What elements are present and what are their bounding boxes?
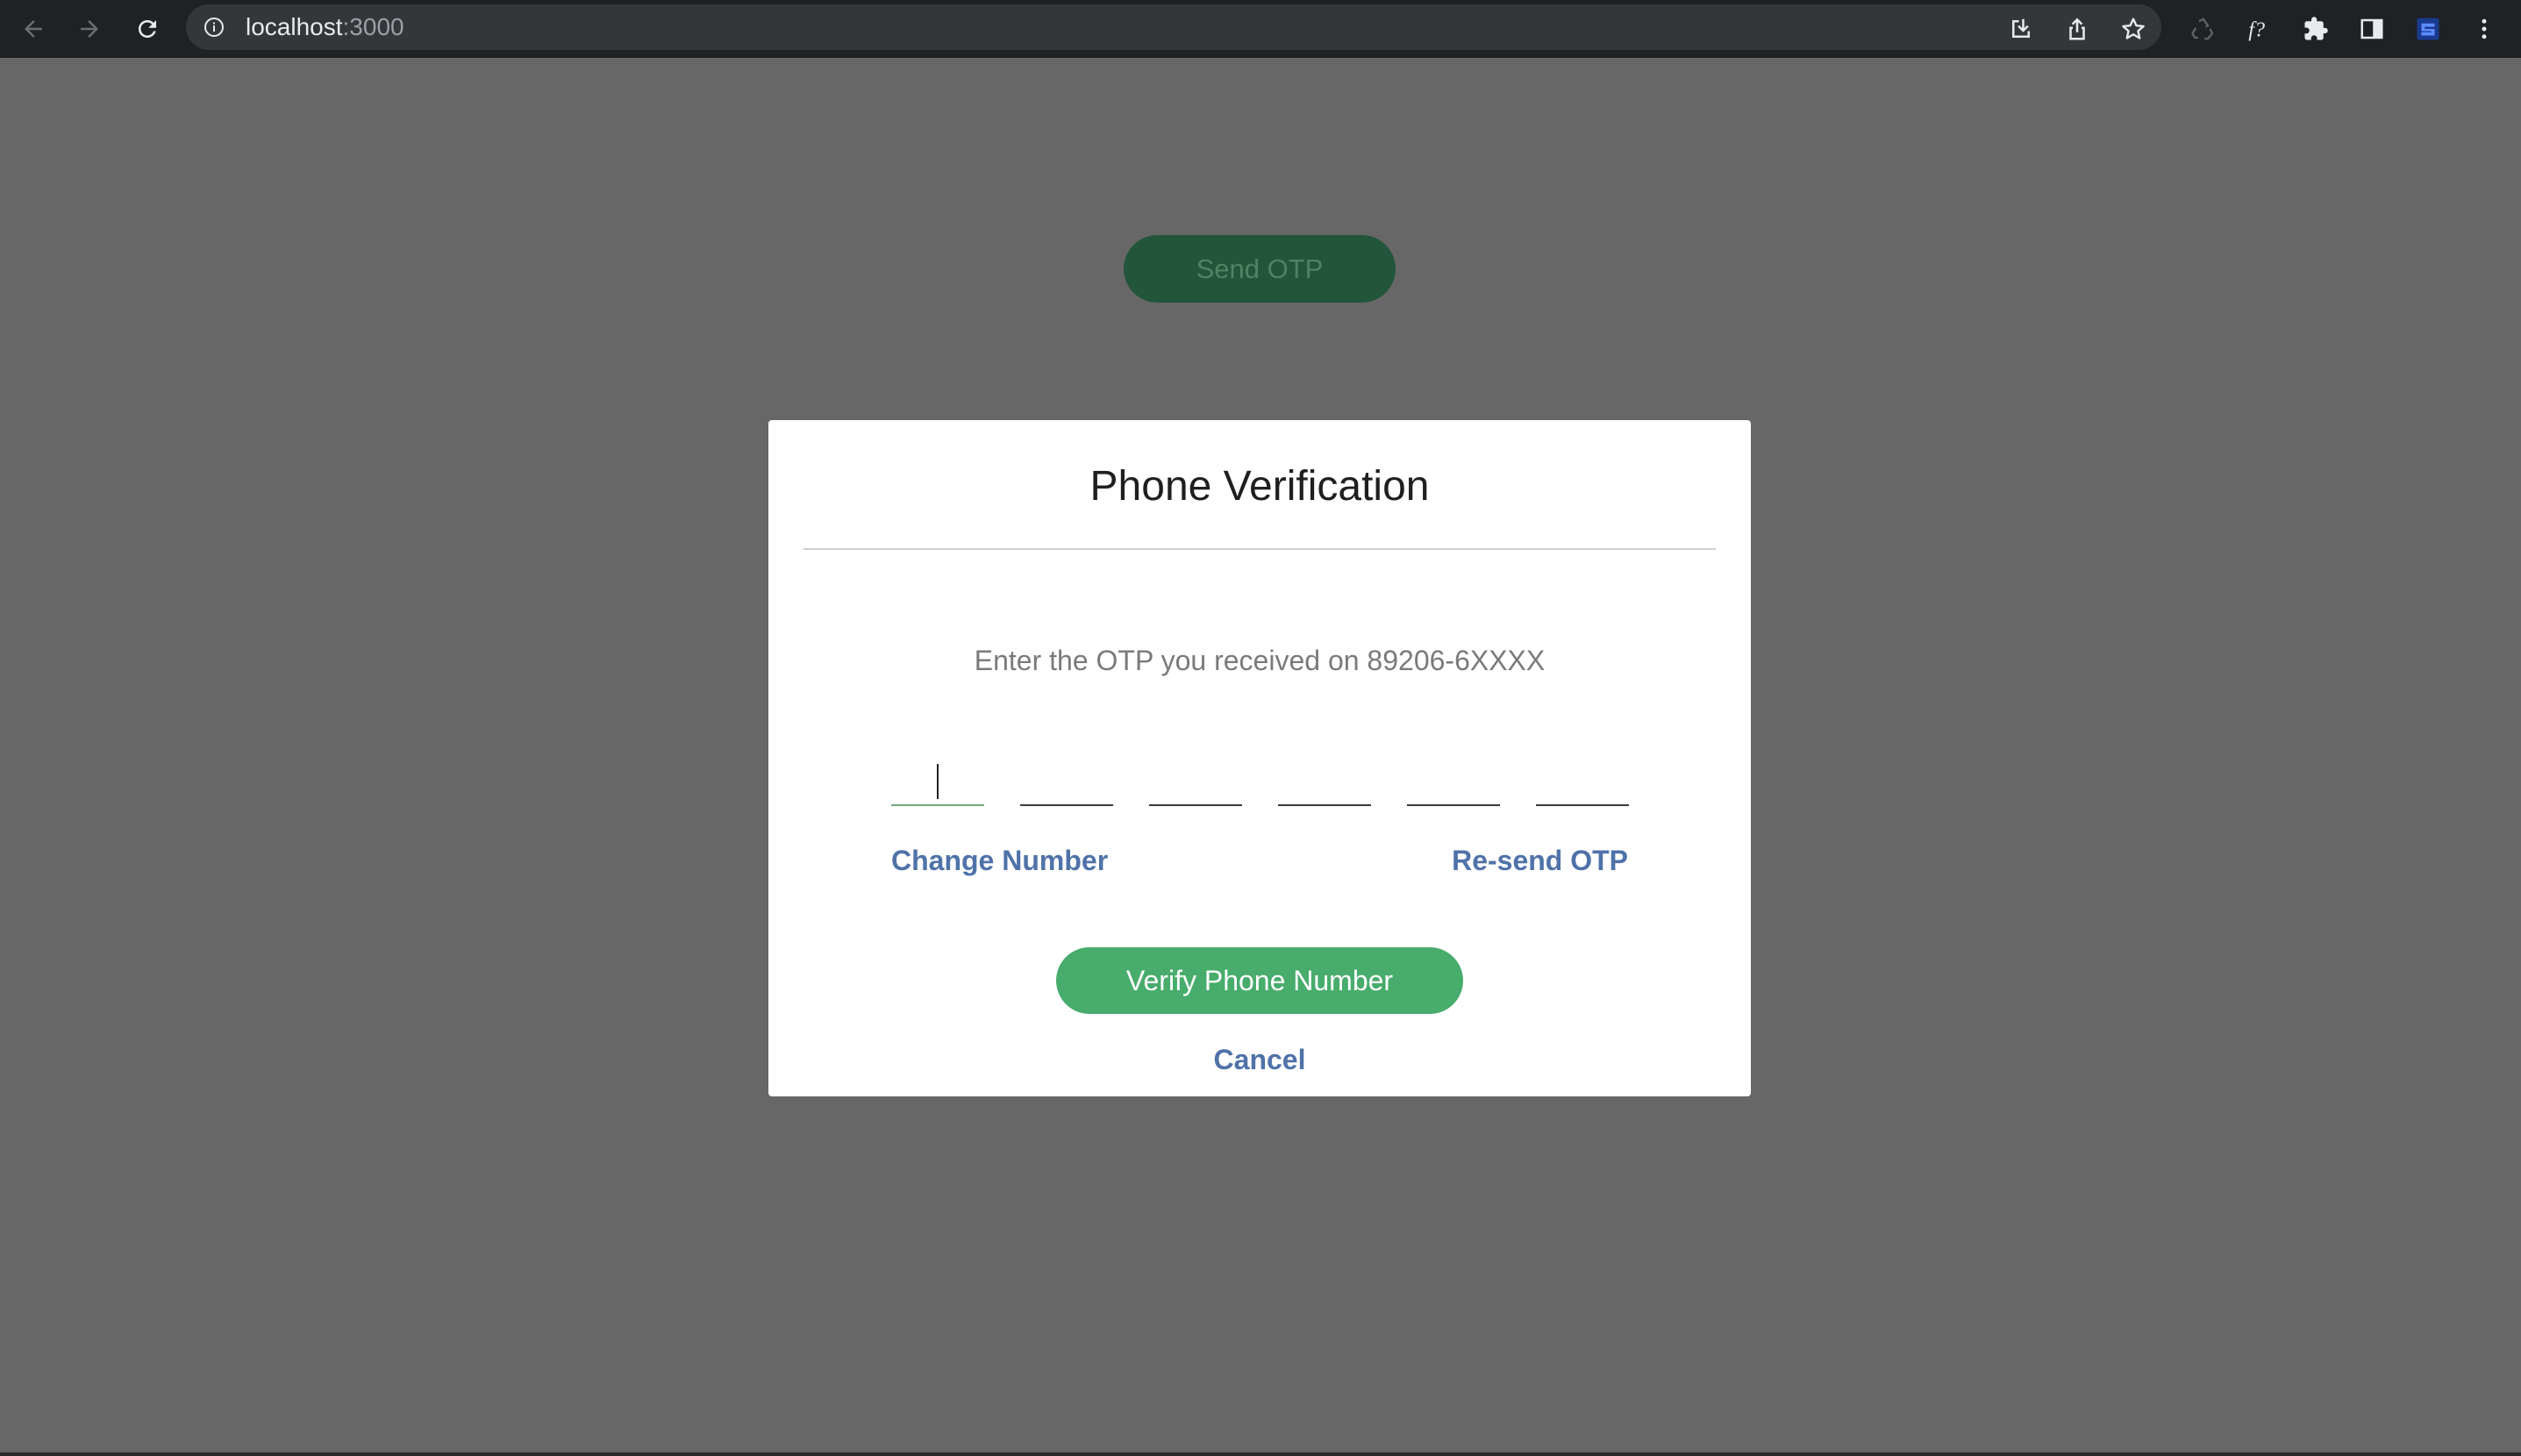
url-text: localhost:3000 [246,4,404,50]
text-caret [937,764,939,799]
extension-g-icon[interactable] [2407,8,2449,50]
extension-recycle-icon[interactable] [2182,8,2225,50]
otp-digit-4[interactable] [1278,753,1371,806]
otp-input-group [891,753,1630,806]
extensions-puzzle-icon[interactable] [2295,8,2337,50]
modal-title: Phone Verification [1089,463,1430,510]
otp-digit-6[interactable] [1536,753,1629,806]
install-icon[interactable] [2000,8,2042,50]
back-icon[interactable] [12,8,54,50]
send-otp-button: Send OTP [1124,235,1396,303]
otp-instruction: Enter the OTP you received on 89206-6XXX… [974,645,1546,676]
url-port: :3000 [342,13,404,40]
bookmark-star-icon[interactable] [2112,8,2154,50]
extension-font-icon[interactable]: f? [2239,8,2281,50]
more-menu-icon[interactable] [2463,8,2505,50]
svg-text:f?: f? [2248,19,2265,42]
otp-digit-3[interactable] [1149,753,1242,806]
side-panel-icon[interactable] [2351,8,2393,50]
url-host: localhost [246,13,343,40]
window-bottom-edge [0,1452,2521,1456]
otp-digit-5[interactable] [1407,753,1500,806]
page-overlay[interactable]: Send OTP Phone Verification Enter the OT… [0,58,2521,1456]
address-bar[interactable]: localhost:3000 [186,4,2161,50]
change-number-link[interactable]: Change Number [891,846,1108,874]
modal-divider [803,548,1716,550]
phone-verification-modal: Phone Verification Enter the OTP you rec… [768,420,1751,1096]
otp-digit-2[interactable] [1020,753,1113,806]
resend-otp-link[interactable]: Re-send OTP [1452,846,1628,874]
verify-phone-button[interactable]: Verify Phone Number [1056,947,1463,1014]
forward-icon[interactable] [68,8,111,50]
cancel-link[interactable]: Cancel [768,1046,1751,1074]
share-icon[interactable] [2056,8,2098,50]
info-icon[interactable] [204,17,225,38]
browser-toolbar: localhost:3000 f? [0,0,2521,58]
reload-icon[interactable] [126,8,168,50]
